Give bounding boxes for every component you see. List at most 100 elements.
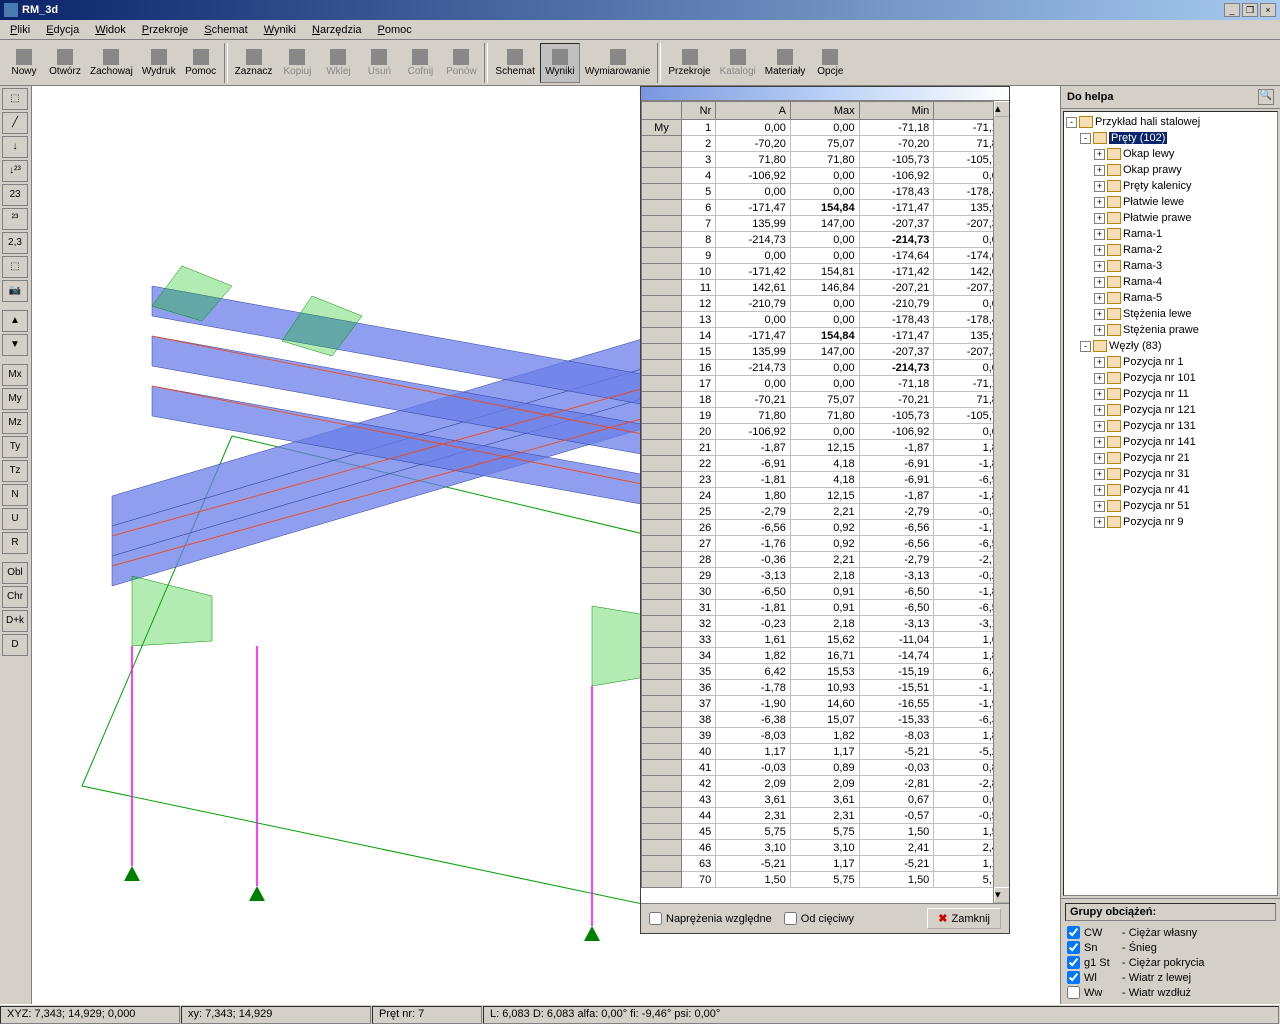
load-checkbox[interactable] [1067, 956, 1080, 969]
table-row[interactable]: 23-1,814,18-6,91-6,91 [642, 472, 1009, 488]
tree-node[interactable]: +Pozycja nr 9 [1066, 514, 1275, 530]
tree-node[interactable]: +Rama-5 [1066, 290, 1275, 306]
expand-icon[interactable]: + [1094, 357, 1105, 368]
left-tool-D+k[interactable]: D+k [2, 610, 28, 632]
load-group-item[interactable]: Ww - Wiatr wzdłuż [1065, 985, 1276, 1000]
table-row[interactable]: 331,6115,62-11,041,61 [642, 632, 1009, 648]
table-row[interactable]: 18-70,2175,07-70,2171,80 [642, 392, 1009, 408]
tree-node[interactable]: +Pozycja nr 41 [1066, 482, 1275, 498]
left-tool-D[interactable]: D [2, 634, 28, 656]
table-row[interactable]: 11142,61146,84-207,21-207,21 [642, 280, 1009, 296]
search-icon[interactable]: 🔍 [1258, 89, 1274, 105]
expand-icon[interactable]: + [1094, 229, 1105, 240]
left-tool-▼[interactable]: ▼ [2, 334, 28, 356]
load-checkbox[interactable] [1067, 986, 1080, 999]
left-tool-Mz[interactable]: Mz [2, 412, 28, 434]
expand-icon[interactable]: + [1094, 293, 1105, 304]
left-tool-↓[interactable]: ↓ [2, 136, 28, 158]
table-row[interactable]: 2-70,2075,07-70,2071,80 [642, 136, 1009, 152]
left-tool-2,3[interactable]: 2,3 [2, 232, 28, 254]
tree-node[interactable]: +Pozycja nr 51 [1066, 498, 1275, 514]
tree-node[interactable]: +Rama-1 [1066, 226, 1275, 242]
tree-node[interactable]: +Pozycja nr 131 [1066, 418, 1275, 434]
table-row[interactable]: 463,103,102,412,41 [642, 840, 1009, 856]
tree-node[interactable]: +Pozycja nr 101 [1066, 370, 1275, 386]
table-row[interactable]: 63-5,211,17-5,211,17 [642, 856, 1009, 872]
project-tree[interactable]: -Przykład hali stalowej-Pręty (102)+Okap… [1063, 111, 1278, 896]
table-row[interactable]: 12-210,790,00-210,790,00 [642, 296, 1009, 312]
table-row[interactable]: 7135,99147,00-207,37-207,37 [642, 216, 1009, 232]
toolbar-przekroje[interactable]: Przekroje [664, 43, 714, 83]
menu-edycja[interactable]: Edycja [38, 22, 87, 38]
left-tool-Ty[interactable]: Ty [2, 436, 28, 458]
expand-icon[interactable]: + [1094, 181, 1105, 192]
left-tool-▲[interactable]: ▲ [2, 310, 28, 332]
expand-icon[interactable]: + [1094, 325, 1105, 336]
table-row[interactable]: 8-214,730,00-214,730,00 [642, 232, 1009, 248]
expand-icon[interactable]: + [1094, 437, 1105, 448]
load-checkbox[interactable] [1067, 926, 1080, 939]
tree-node[interactable]: +Pozycja nr 11 [1066, 386, 1275, 402]
load-group-item[interactable]: Wl - Wiatr z lewej [1065, 970, 1276, 985]
toolbar-opcje[interactable]: Opcje [810, 43, 850, 83]
menu-widok[interactable]: Widok [87, 22, 134, 38]
load-checkbox[interactable] [1067, 971, 1080, 984]
chord-checkbox[interactable]: Od cięciwy [784, 912, 854, 925]
table-row[interactable]: 50,000,00-178,43-178,43 [642, 184, 1009, 200]
left-tool-Chr[interactable]: Chr [2, 586, 28, 608]
tree-node[interactable]: -Przykład hali stalowej [1066, 114, 1275, 130]
load-group-item[interactable]: CW - Ciężar własny [1065, 925, 1276, 940]
table-row[interactable]: 701,505,751,505,75 [642, 872, 1009, 888]
tree-node[interactable]: +Pozycja nr 121 [1066, 402, 1275, 418]
table-row[interactable]: 32-0,232,18-3,13-3,13 [642, 616, 1009, 632]
table-row[interactable]: 1971,8071,80-105,73-105,73 [642, 408, 1009, 424]
expand-icon[interactable]: - [1066, 117, 1077, 128]
table-row[interactable]: 29-3,132,18-3,13-0,23 [642, 568, 1009, 584]
table-row[interactable]: 341,8216,71-14,741,82 [642, 648, 1009, 664]
expand-icon[interactable]: + [1094, 309, 1105, 320]
table-row[interactable]: 27-1,760,92-6,56-6,56 [642, 536, 1009, 552]
left-tool-N[interactable]: N [2, 484, 28, 506]
menu-schemat[interactable]: Schemat [196, 22, 255, 38]
expand-icon[interactable]: + [1094, 213, 1105, 224]
tree-node[interactable]: +Rama-4 [1066, 274, 1275, 290]
table-row[interactable]: 90,000,00-174,64-174,64 [642, 248, 1009, 264]
toolbar-nowy[interactable]: Nowy [4, 43, 44, 83]
tree-node[interactable]: +Płatwie prawe [1066, 210, 1275, 226]
left-tool-U[interactable]: U [2, 508, 28, 530]
table-scrollbar[interactable]: ▴ ▾ [993, 101, 1009, 903]
left-tool-R[interactable]: R [2, 532, 28, 554]
expand-icon[interactable]: - [1080, 133, 1091, 144]
expand-icon[interactable]: + [1094, 197, 1105, 208]
table-row[interactable]: 25-2,792,21-2,79-0,36 [642, 504, 1009, 520]
left-tool-Mx[interactable]: Mx [2, 364, 28, 386]
tree-node[interactable]: +Pozycja nr 1 [1066, 354, 1275, 370]
left-tool-⬚[interactable]: ⬚ [2, 256, 28, 278]
menu-pomoc[interactable]: Pomoc [370, 22, 420, 38]
table-row[interactable]: 422,092,09-2,81-2,81 [642, 776, 1009, 792]
left-tool-📷[interactable]: 📷 [2, 280, 28, 302]
table-row[interactable]: 41-0,030,89-0,030,89 [642, 760, 1009, 776]
left-tool-My[interactable]: My [2, 388, 28, 410]
expand-icon[interactable]: + [1094, 389, 1105, 400]
load-group-item[interactable]: Sn - Śnieg [1065, 940, 1276, 955]
expand-icon[interactable]: + [1094, 485, 1105, 496]
tree-node[interactable]: +Okap lewy [1066, 146, 1275, 162]
table-row[interactable]: 4-106,920,00-106,920,00 [642, 168, 1009, 184]
menu-wyniki[interactable]: Wyniki [256, 22, 304, 38]
tree-node[interactable]: +Stężenia prawe [1066, 322, 1275, 338]
table-row[interactable]: 31-1,810,91-6,50-6,50 [642, 600, 1009, 616]
table-row[interactable]: 22-6,914,18-6,91-1,81 [642, 456, 1009, 472]
table-row[interactable]: 28-0,362,21-2,79-2,79 [642, 552, 1009, 568]
left-tool-23[interactable]: 23 [2, 184, 28, 206]
toolbar-wymiarowanie[interactable]: Wymiarowanie [581, 43, 654, 83]
table-row[interactable]: 16-214,730,00-214,730,00 [642, 360, 1009, 376]
panel-drag-header[interactable] [641, 87, 1009, 101]
toolbar-materiały[interactable]: Materiały [761, 43, 810, 83]
toolbar-zaznacz[interactable]: Zaznacz [231, 43, 277, 83]
table-row[interactable]: 37-1,9014,60-16,55-1,90 [642, 696, 1009, 712]
menu-przekroje[interactable]: Przekroje [134, 22, 196, 38]
table-row[interactable]: 30-6,500,91-6,50-1,81 [642, 584, 1009, 600]
table-row[interactable]: 20-106,920,00-106,920,00 [642, 424, 1009, 440]
table-row[interactable]: 6-171,47154,84-171,47135,99 [642, 200, 1009, 216]
